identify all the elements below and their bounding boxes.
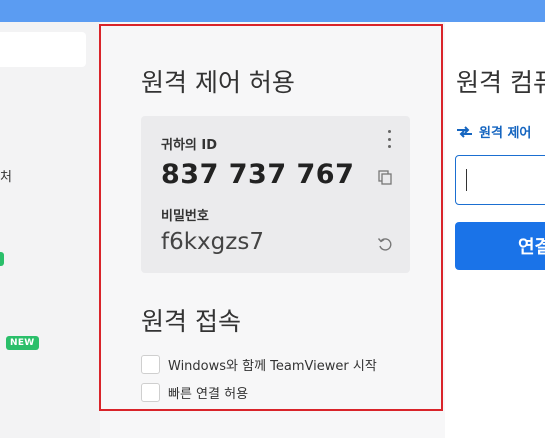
highlight-frame	[99, 24, 443, 411]
remote-control-mode-link[interactable]: 원격 제어	[456, 122, 531, 141]
connect-button[interactable]: 연결	[455, 222, 545, 270]
partner-id-input[interactable]	[455, 155, 545, 205]
swap-arrows-icon	[457, 125, 472, 138]
text-caret	[466, 169, 467, 191]
new-badge: NEW	[6, 336, 39, 350]
sidebar-indicator	[0, 252, 4, 266]
sidebar-item-label[interactable]: 처	[0, 166, 12, 185]
remote-control-mode-label: 원격 제어	[479, 126, 532, 141]
title-bar	[0, 0, 545, 22]
sidebar: 처 NEW	[0, 22, 100, 438]
control-remote-computer-title: 원격 컴퓨	[456, 68, 545, 97]
sidebar-search-input[interactable]	[0, 32, 86, 67]
